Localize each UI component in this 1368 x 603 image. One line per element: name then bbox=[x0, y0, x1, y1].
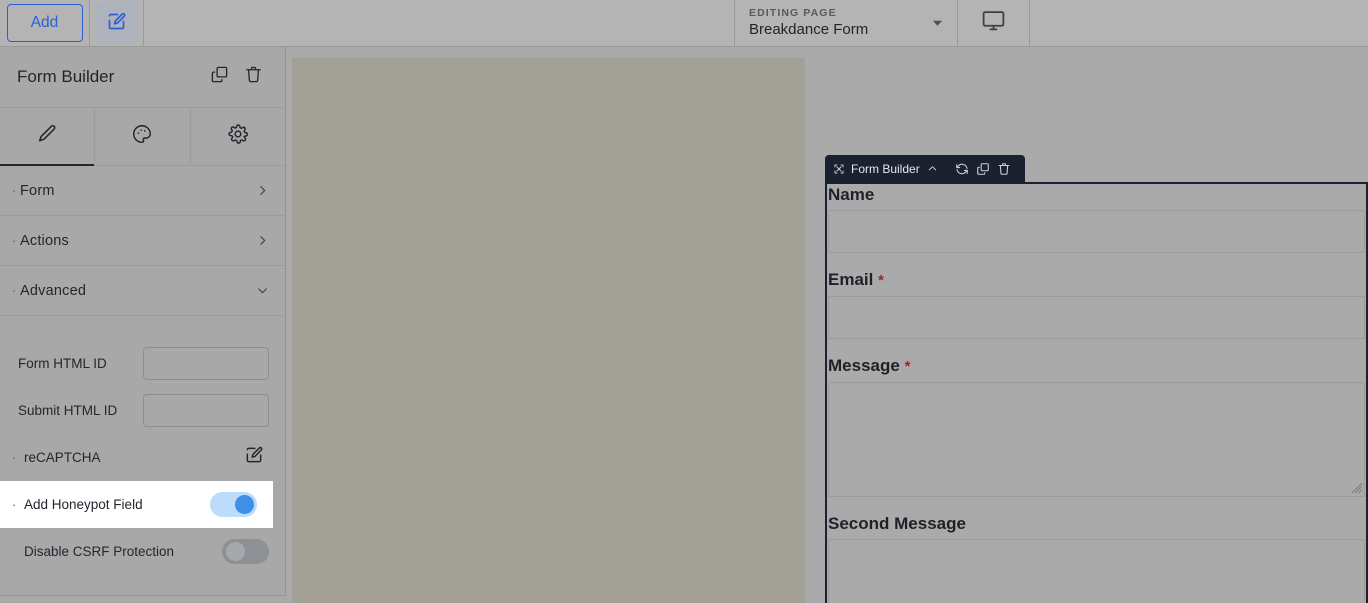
tab-content[interactable] bbox=[0, 108, 96, 166]
duplicate-button[interactable] bbox=[204, 62, 234, 92]
section-bullet-icon: · bbox=[11, 183, 17, 198]
sidebar-tabs bbox=[0, 108, 285, 166]
duplicate-icon[interactable] bbox=[976, 162, 990, 176]
chevron-down-icon bbox=[932, 14, 943, 32]
trash-icon[interactable] bbox=[997, 162, 1011, 176]
toggle-knob bbox=[226, 542, 245, 561]
editing-page-eyebrow: EDITING PAGE bbox=[749, 7, 837, 19]
edit-mode-button-cell bbox=[90, 0, 144, 46]
honeypot-toggle[interactable] bbox=[210, 492, 257, 517]
refresh-icon[interactable] bbox=[955, 162, 969, 176]
recaptcha-edit-button[interactable] bbox=[239, 443, 269, 473]
element-toolbar: Form Builder bbox=[825, 155, 1025, 182]
sidebar-section-form[interactable]: · Form bbox=[0, 166, 285, 216]
chevron-right-icon bbox=[256, 234, 269, 247]
required-marker: * bbox=[904, 358, 911, 375]
palette-icon bbox=[131, 123, 153, 150]
sidebar-section-label: Form bbox=[20, 182, 55, 199]
add-button-cell: Add bbox=[0, 0, 90, 46]
option-bullet-icon: · bbox=[11, 450, 17, 465]
advanced-section-gap bbox=[0, 316, 285, 340]
option-bullet-icon: · bbox=[11, 497, 17, 512]
top-bar-right-area bbox=[1030, 0, 1368, 46]
honeypot-row: · Add Honeypot Field bbox=[0, 481, 273, 528]
sidebar-section-advanced[interactable]: · Advanced bbox=[0, 266, 285, 316]
second-message-textarea[interactable] bbox=[828, 539, 1365, 603]
message-textarea[interactable] bbox=[828, 382, 1365, 497]
trash-icon bbox=[244, 65, 263, 89]
recaptcha-row: · reCAPTCHA bbox=[0, 434, 285, 481]
sidebar-section-actions[interactable]: · Actions bbox=[0, 216, 285, 266]
recaptcha-label: reCAPTCHA bbox=[24, 450, 101, 465]
csrf-toggle[interactable] bbox=[222, 539, 269, 564]
add-button[interactable]: Add bbox=[6, 4, 83, 42]
edit-square-icon bbox=[106, 11, 127, 35]
form-builder-element[interactable]: Name Email * Message * Second Message bbox=[825, 182, 1368, 603]
message-textarea-wrap bbox=[828, 382, 1365, 497]
toggle-knob bbox=[235, 495, 254, 514]
submit-html-id-label: Submit HTML ID bbox=[18, 403, 118, 418]
tab-settings[interactable] bbox=[191, 108, 285, 165]
submit-html-id-input[interactable] bbox=[143, 394, 269, 427]
form-html-id-row: Form HTML ID bbox=[0, 340, 285, 387]
edit-square-button[interactable] bbox=[95, 2, 138, 44]
duplicate-icon bbox=[210, 65, 229, 89]
field-label-text: Second Message bbox=[828, 514, 966, 533]
form-html-id-label: Form HTML ID bbox=[18, 356, 107, 371]
editing-page-selector[interactable]: EDITING PAGE Breakdance Form bbox=[735, 0, 958, 46]
form-html-id-input[interactable] bbox=[143, 347, 269, 380]
move-handle-icon[interactable] bbox=[833, 163, 845, 175]
field-label-text: Email bbox=[828, 270, 874, 289]
field-label: Second Message bbox=[828, 513, 1365, 539]
honeypot-label: Add Honeypot Field bbox=[24, 497, 143, 512]
panel-title: Form Builder bbox=[17, 67, 115, 86]
top-bar: Add EDITING PAGE Breakdance Form bbox=[0, 0, 1368, 47]
chevron-right-icon bbox=[256, 184, 269, 197]
form-field-email: Email * bbox=[828, 253, 1365, 339]
editing-page-title: Breakdance Form bbox=[749, 21, 869, 38]
name-input[interactable] bbox=[828, 210, 1365, 253]
gear-icon bbox=[227, 123, 249, 150]
section-bullet-icon: · bbox=[11, 283, 17, 298]
sidebar-section-label: Actions bbox=[20, 232, 69, 249]
field-label: Message * bbox=[828, 355, 1365, 382]
sidebar-section-label: Advanced bbox=[20, 282, 87, 299]
pencil-icon bbox=[36, 123, 58, 150]
element-toolbar-label: Form Builder bbox=[851, 161, 920, 176]
field-label: Email * bbox=[828, 269, 1365, 296]
edit-square-icon bbox=[244, 445, 264, 470]
sidebar-panel: Form Builder · Form · Actions · Advanced… bbox=[0, 47, 286, 596]
csrf-row: · Disable CSRF Protection bbox=[0, 528, 285, 575]
delete-button[interactable] bbox=[238, 62, 268, 92]
field-label-text: Message bbox=[828, 356, 900, 375]
canvas-left-column bbox=[293, 58, 805, 603]
field-label-text: Name bbox=[828, 185, 875, 204]
required-marker: * bbox=[878, 272, 884, 289]
email-input[interactable] bbox=[828, 296, 1365, 339]
sidebar-header: Form Builder bbox=[0, 47, 285, 108]
section-bullet-icon: · bbox=[11, 233, 17, 248]
form-field-name: Name bbox=[828, 184, 1365, 253]
tab-design[interactable] bbox=[95, 108, 191, 165]
submit-html-id-row: Submit HTML ID bbox=[0, 387, 285, 434]
chevron-up-icon[interactable] bbox=[927, 163, 938, 174]
field-label: Name bbox=[828, 184, 1365, 210]
csrf-label: Disable CSRF Protection bbox=[24, 544, 175, 559]
top-bar-spacer bbox=[144, 0, 735, 46]
desktop-monitor-icon bbox=[981, 8, 1006, 38]
device-preview-button[interactable] bbox=[958, 0, 1030, 46]
chevron-down-icon bbox=[256, 284, 269, 297]
form-field-message: Message * bbox=[828, 339, 1365, 497]
form-field-second-message: Second Message bbox=[828, 497, 1365, 603]
